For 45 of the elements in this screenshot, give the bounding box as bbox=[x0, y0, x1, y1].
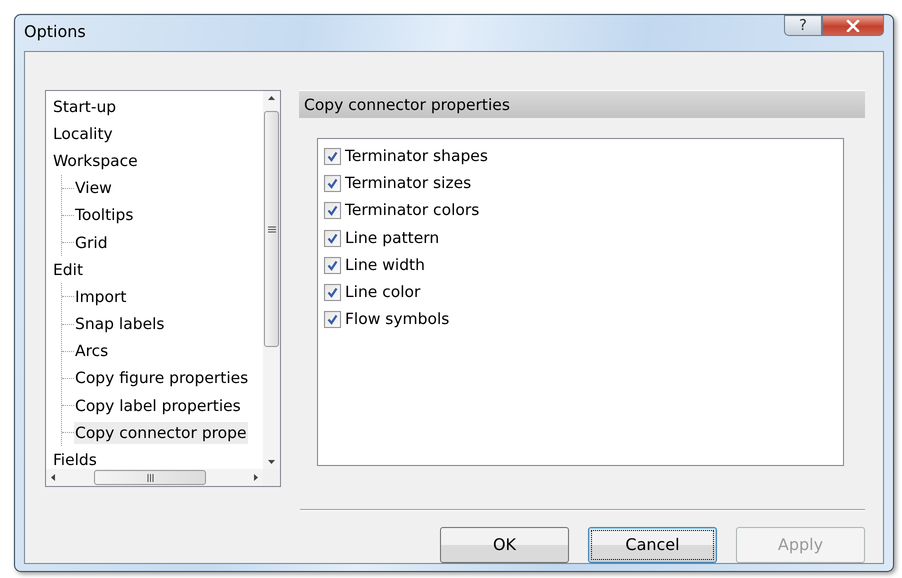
tree-item[interactable]: Fields bbox=[52, 449, 98, 469]
checkbox-label: Flow symbols bbox=[345, 309, 450, 330]
help-button[interactable]: ? bbox=[784, 15, 822, 36]
grip-icon bbox=[268, 226, 276, 232]
scroll-thumb[interactable] bbox=[94, 470, 206, 485]
tree-item[interactable]: Arcs bbox=[74, 340, 110, 362]
checkbox[interactable] bbox=[324, 284, 341, 302]
checkbox-label: Terminator sizes bbox=[345, 173, 472, 194]
panel-title: Copy connector properties bbox=[299, 90, 865, 118]
horizontal-scrollbar[interactable] bbox=[46, 469, 263, 486]
grip-icon bbox=[146, 474, 154, 482]
scroll-right-icon[interactable] bbox=[253, 473, 259, 482]
window-title: Options bbox=[24, 21, 86, 43]
checkbox-label: Line width bbox=[345, 254, 425, 276]
tree-item[interactable]: Tooltips bbox=[74, 204, 134, 226]
tree-item[interactable]: Grid bbox=[74, 232, 109, 254]
scroll-up-icon[interactable] bbox=[267, 95, 276, 101]
vertical-scrollbar[interactable] bbox=[263, 91, 280, 469]
tree-item[interactable]: Copy figure properties bbox=[74, 367, 250, 390]
tree-item[interactable]: Copy connector prope bbox=[74, 422, 248, 444]
checkbox[interactable] bbox=[324, 148, 341, 166]
tree-item[interactable]: Edit bbox=[52, 258, 84, 281]
scroll-thumb[interactable] bbox=[264, 111, 279, 347]
checkbox[interactable] bbox=[324, 311, 341, 328]
tree-item[interactable]: Workspace bbox=[52, 150, 139, 172]
tree-item[interactable]: Locality bbox=[52, 122, 114, 145]
checkbox-label: Terminator colors bbox=[345, 200, 480, 222]
tree-item[interactable]: View bbox=[74, 177, 113, 200]
checkbox[interactable] bbox=[324, 256, 341, 274]
checkbox-label: Line pattern bbox=[345, 228, 440, 249]
close-button[interactable] bbox=[822, 15, 884, 36]
checkbox-label: Line color bbox=[345, 282, 420, 303]
scroll-down-icon[interactable] bbox=[267, 459, 276, 465]
tree-item[interactable]: Snap labels bbox=[74, 313, 166, 336]
checkbox[interactable] bbox=[324, 230, 341, 247]
dialog-button[interactable]: OK bbox=[440, 527, 569, 563]
checkbox-label: Terminator shapes bbox=[345, 146, 488, 167]
tree-item[interactable]: Import bbox=[74, 286, 128, 308]
checkbox[interactable] bbox=[324, 175, 341, 192]
close-icon bbox=[845, 20, 861, 32]
checkbox[interactable] bbox=[324, 202, 341, 220]
tree-item[interactable]: Start-up bbox=[52, 96, 118, 118]
tree-item[interactable]: Copy label properties bbox=[74, 394, 242, 417]
scroll-left-icon[interactable] bbox=[50, 473, 56, 482]
dialog-button[interactable]: Cancel bbox=[588, 527, 717, 563]
